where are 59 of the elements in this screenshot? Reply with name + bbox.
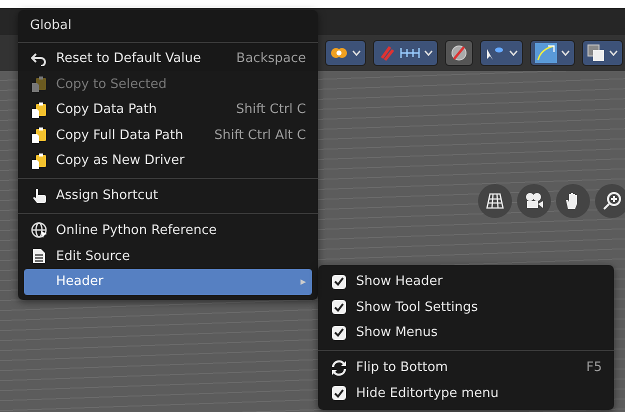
checkmark-icon [334,302,344,312]
menu-title: Global [18,10,318,43]
menu-item[interactable]: Show Header [324,269,608,294]
proportional-edit-button[interactable] [445,40,473,66]
menu-item[interactable]: Copy Full Data Path Shift Ctrl Alt C [24,122,312,148]
grid-view-button[interactable] [478,184,512,218]
clipboard-icon [31,127,47,144]
checkmark-icon [334,277,344,286]
snap-dropdown[interactable] [373,40,438,66]
clipboard-icon [31,76,47,92]
checkbox[interactable] [332,386,346,400]
checkmark-icon [334,328,344,338]
visibility-dropdown[interactable] [480,40,523,66]
overlap-circles-icon [330,47,348,59]
pan-view-button[interactable] [556,184,590,218]
grid-icon [486,193,504,209]
gizmo-dropdown[interactable] [530,40,575,66]
clipboard-icon [31,152,47,169]
caret-icon [352,50,361,56]
menu-item[interactable]: Copy as New Driver [24,148,312,174]
overlapping-squares-icon [587,44,605,62]
crossed-circle-icon [450,44,468,62]
caret-icon [424,50,433,56]
undo-arrow-icon [31,52,47,66]
shortcut-label: Backspace [236,51,306,66]
menu-item[interactable]: Reset to Default Value Backspace [24,46,312,72]
checkbox[interactable] [332,326,346,340]
zoom-in-icon [603,192,621,210]
globe-icon [30,222,48,240]
curve-arrow-icon [535,43,557,63]
menu-item[interactable]: Assign Shortcut [24,183,312,208]
menu-item[interactable]: Show Menus [324,320,608,346]
zoom-view-button[interactable] [595,184,625,218]
menu-item[interactable]: Copy Data Path Shift Ctrl C [24,97,312,122]
shortcut-label: Shift Ctrl Alt C [214,128,306,143]
clipboard-icon [31,102,47,118]
movie-camera-icon [524,192,544,210]
pointing-hand-icon [31,188,47,204]
shortcut-label: Shift Ctrl C [236,102,306,118]
caret-icon [609,50,618,56]
snap-increment-icon [400,47,420,59]
submenu-arrow: ▸ [300,275,306,288]
camera-view-button[interactable] [517,184,551,218]
menu-item[interactable]: Hide Editortype menu [324,380,608,406]
menu-item[interactable]: Show Tool Settings [324,294,608,320]
caret-icon [561,50,570,56]
menu-item[interactable]: Edit Source [24,244,312,269]
submenu-item[interactable]: Header ▸ [24,269,312,294]
shortcut-label: F5 [586,360,602,376]
checkmark-icon [334,388,344,398]
document-icon [32,248,46,264]
overlay-dropdown[interactable] [325,40,366,66]
overlays-dropdown[interactable] [582,40,623,66]
refresh-arrows-icon [331,360,347,376]
checkbox[interactable] [332,300,346,314]
caret-icon [509,50,518,56]
menu-item[interactable]: Online Python Reference [24,218,312,244]
menu-item[interactable]: Flip to Bottom F5 [324,355,608,380]
checkbox[interactable] [332,274,346,289]
